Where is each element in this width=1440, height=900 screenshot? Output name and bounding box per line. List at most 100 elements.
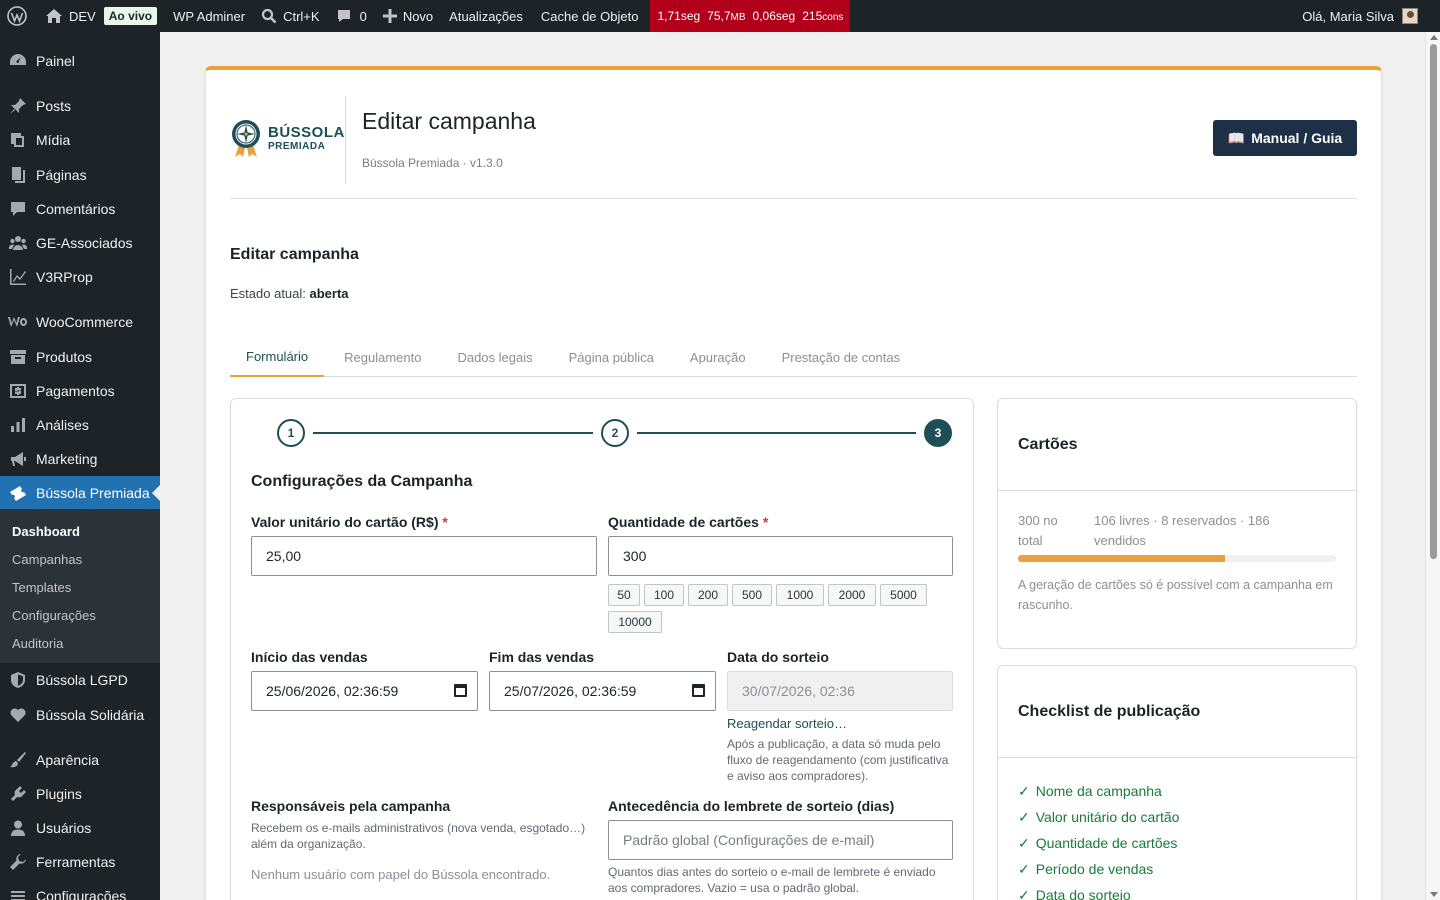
cards-breakdown-line-2: vendidos — [1094, 533, 1147, 548]
quantity-preset-2000[interactable]: 2000 — [828, 584, 876, 606]
woo-icon — [8, 312, 28, 332]
calendar-icon[interactable] — [692, 684, 705, 697]
quantity-preset-1000[interactable]: 1000 — [776, 584, 824, 606]
sidebar-item-usuarios[interactable]: Usuários — [0, 811, 160, 845]
tab-apuracao[interactable]: Apuração — [674, 337, 762, 377]
sidebar-item-bussola-solidaria[interactable]: Bússola Solidária — [0, 698, 160, 732]
money-icon — [8, 381, 28, 401]
quantity-input[interactable]: 300 — [608, 536, 953, 576]
scrollbar-thumb[interactable] — [1430, 44, 1437, 559]
sidebar-item-label: Páginas — [36, 167, 87, 183]
sidebar-item-configuracoes[interactable]: Configurações — [0, 879, 160, 900]
sidebar-item-midia[interactable]: Mídia — [0, 123, 160, 157]
sidebar-item-label: Configurações — [36, 888, 127, 900]
sidebar-item-paginas[interactable]: Páginas — [0, 158, 160, 192]
manual-guide-button[interactable]: 📖 Manual / Guia — [1213, 120, 1357, 156]
site-name-link[interactable]: DEV Ao vivo — [37, 0, 165, 32]
sidebar-item-label: Bússola Premiada — [36, 485, 150, 501]
bar-chart-icon — [8, 415, 28, 435]
submenu-auditoria[interactable]: Auditoria — [0, 629, 160, 657]
submenu-campanhas[interactable]: Campanhas — [0, 545, 160, 573]
sidebar-item-v3rprop[interactable]: V3RProp — [0, 260, 160, 294]
wp-adminer-link[interactable]: WP Adminer — [165, 0, 253, 32]
sidebar-item-aparencia[interactable]: Aparência — [0, 743, 160, 777]
tab-pagina-publica[interactable]: Página pública — [553, 337, 670, 377]
calendar-icon[interactable] — [454, 684, 467, 697]
query-monitor-stats[interactable]: 1,71seg 75,7MB 0,06seg 215cons — [650, 0, 851, 32]
sidebar-item-woocommerce[interactable]: WooCommerce — [0, 305, 160, 339]
step-connector — [313, 432, 593, 434]
qm-page-time: 1,71seg — [657, 9, 701, 23]
submenu-templates[interactable]: Templates — [0, 573, 160, 601]
command-search-link[interactable]: Ctrl+K — [253, 0, 327, 32]
reschedule-draw-link[interactable]: Reagendar sorteio… — [727, 716, 847, 731]
object-cache-link[interactable]: Cache de Objeto — [531, 0, 649, 32]
submenu-configuracoes[interactable]: Configurações — [0, 601, 160, 629]
wordpress-logo-icon[interactable] — [0, 0, 37, 32]
sidebar-item-plugins[interactable]: Plugins — [0, 777, 160, 811]
checklist-item: ✓ Data do sorteio — [1018, 882, 1179, 900]
cards-progress-bar — [1018, 555, 1336, 562]
unit-value-input[interactable]: 25,00 — [251, 536, 597, 576]
quantity-preset-50[interactable]: 50 — [608, 584, 640, 606]
new-content-link[interactable]: Novo — [375, 0, 441, 32]
comments-link[interactable]: 0 — [328, 0, 375, 32]
sidebar-item-ge-associados[interactable]: GE-Associados — [0, 226, 160, 260]
sidebar-item-produtos[interactable]: Produtos — [0, 340, 160, 374]
section-title: Editar campanha — [230, 246, 359, 263]
tab-prestacao-de-contas[interactable]: Prestação de contas — [766, 337, 917, 377]
submenu-dashboard[interactable]: Dashboard — [0, 517, 160, 545]
plugin-icon — [8, 784, 28, 804]
state-value: aberta — [309, 286, 349, 301]
manual-guide-label: Manual / Guia — [1251, 130, 1343, 146]
quantity-preset-10000[interactable]: 10000 — [608, 611, 662, 633]
sidebar-item-painel[interactable]: Painel — [0, 44, 160, 78]
reminder-label: Antecedência do lembrete de sorteio (dia… — [608, 798, 895, 814]
qm-queries-unit: cons — [822, 12, 844, 23]
qm-queries-value: 215 — [802, 9, 823, 23]
book-icon: 📖 — [1227, 129, 1246, 146]
sidebar-item-bussola-lgpd[interactable]: Bússola LGPD — [0, 663, 160, 697]
tab-formulario[interactable]: Formulário — [230, 337, 325, 377]
step-1[interactable]: 1 — [277, 419, 305, 447]
sidebar-item-label: Bússola Solidária — [36, 707, 145, 723]
quantity-preset-200[interactable]: 200 — [688, 584, 728, 606]
page-title: Editar campanha — [362, 108, 536, 134]
page-scrollbar[interactable] — [1425, 32, 1440, 900]
sidebar-item-label: Posts — [36, 98, 72, 114]
sidebar-item-ferramentas[interactable]: Ferramentas — [0, 845, 160, 879]
comments-count: 0 — [359, 8, 367, 24]
quantity-label: Quantidade de cartões * — [608, 514, 768, 530]
sidebar-item-label: GE-Associados — [36, 235, 133, 251]
step-3[interactable]: 3 — [924, 419, 952, 447]
sidebar-item-comentarios[interactable]: Comentários — [0, 192, 160, 226]
checklist-item-label: Data do sorteio — [1035, 887, 1131, 900]
step-2[interactable]: 2 — [601, 419, 629, 447]
account-menu[interactable]: Olá, Maria Silva — [1302, 0, 1418, 32]
tab-regulamento[interactable]: Regulamento — [328, 337, 437, 377]
quantity-preset-100[interactable]: 100 — [644, 584, 684, 606]
sidebar-item-pagamentos[interactable]: Pagamentos — [0, 374, 160, 408]
responsibles-empty: Nenhum usuário com papel do Bússola enco… — [251, 867, 551, 882]
sales-start-input[interactable]: 25/06/2026, 02:36:59 — [251, 671, 478, 711]
scroll-up-icon[interactable] — [1430, 35, 1438, 40]
sidebar-item-bussola-premiada[interactable]: Bússola Premiada — [0, 476, 160, 510]
campaign-editor-card: BÚSSOLA PREMIADA Editar campanha Bússola… — [205, 66, 1382, 900]
cards-panel-title: Cartões — [998, 399, 1356, 491]
archive-icon — [8, 347, 28, 367]
qm-db-time: 0,06seg — [752, 9, 796, 23]
sidebar-item-marketing[interactable]: Marketing — [0, 442, 160, 476]
updates-link[interactable]: Atualizações — [441, 0, 531, 32]
reminder-days-input[interactable]: Padrão global (Configurações de e-mail) — [608, 820, 953, 860]
quantity-preset-5000[interactable]: 5000 — [880, 584, 927, 606]
checklist-title: Checklist de publicação — [998, 666, 1356, 758]
checklist-item-label: Nome da campanha — [1035, 783, 1162, 799]
quantity-preset-500[interactable]: 500 — [732, 584, 772, 606]
tab-dados-legais[interactable]: Dados legais — [441, 337, 548, 377]
sidebar-item-posts[interactable]: Posts — [0, 89, 160, 123]
checklist-item-label: Valor unitário do cartão — [1035, 809, 1180, 825]
scroll-down-icon[interactable] — [1430, 892, 1438, 897]
sales-start-value: 25/06/2026, 02:36:59 — [266, 683, 399, 699]
sidebar-item-analises[interactable]: Análises — [0, 408, 160, 442]
sales-end-input[interactable]: 25/07/2026, 02:36:59 — [489, 671, 716, 711]
